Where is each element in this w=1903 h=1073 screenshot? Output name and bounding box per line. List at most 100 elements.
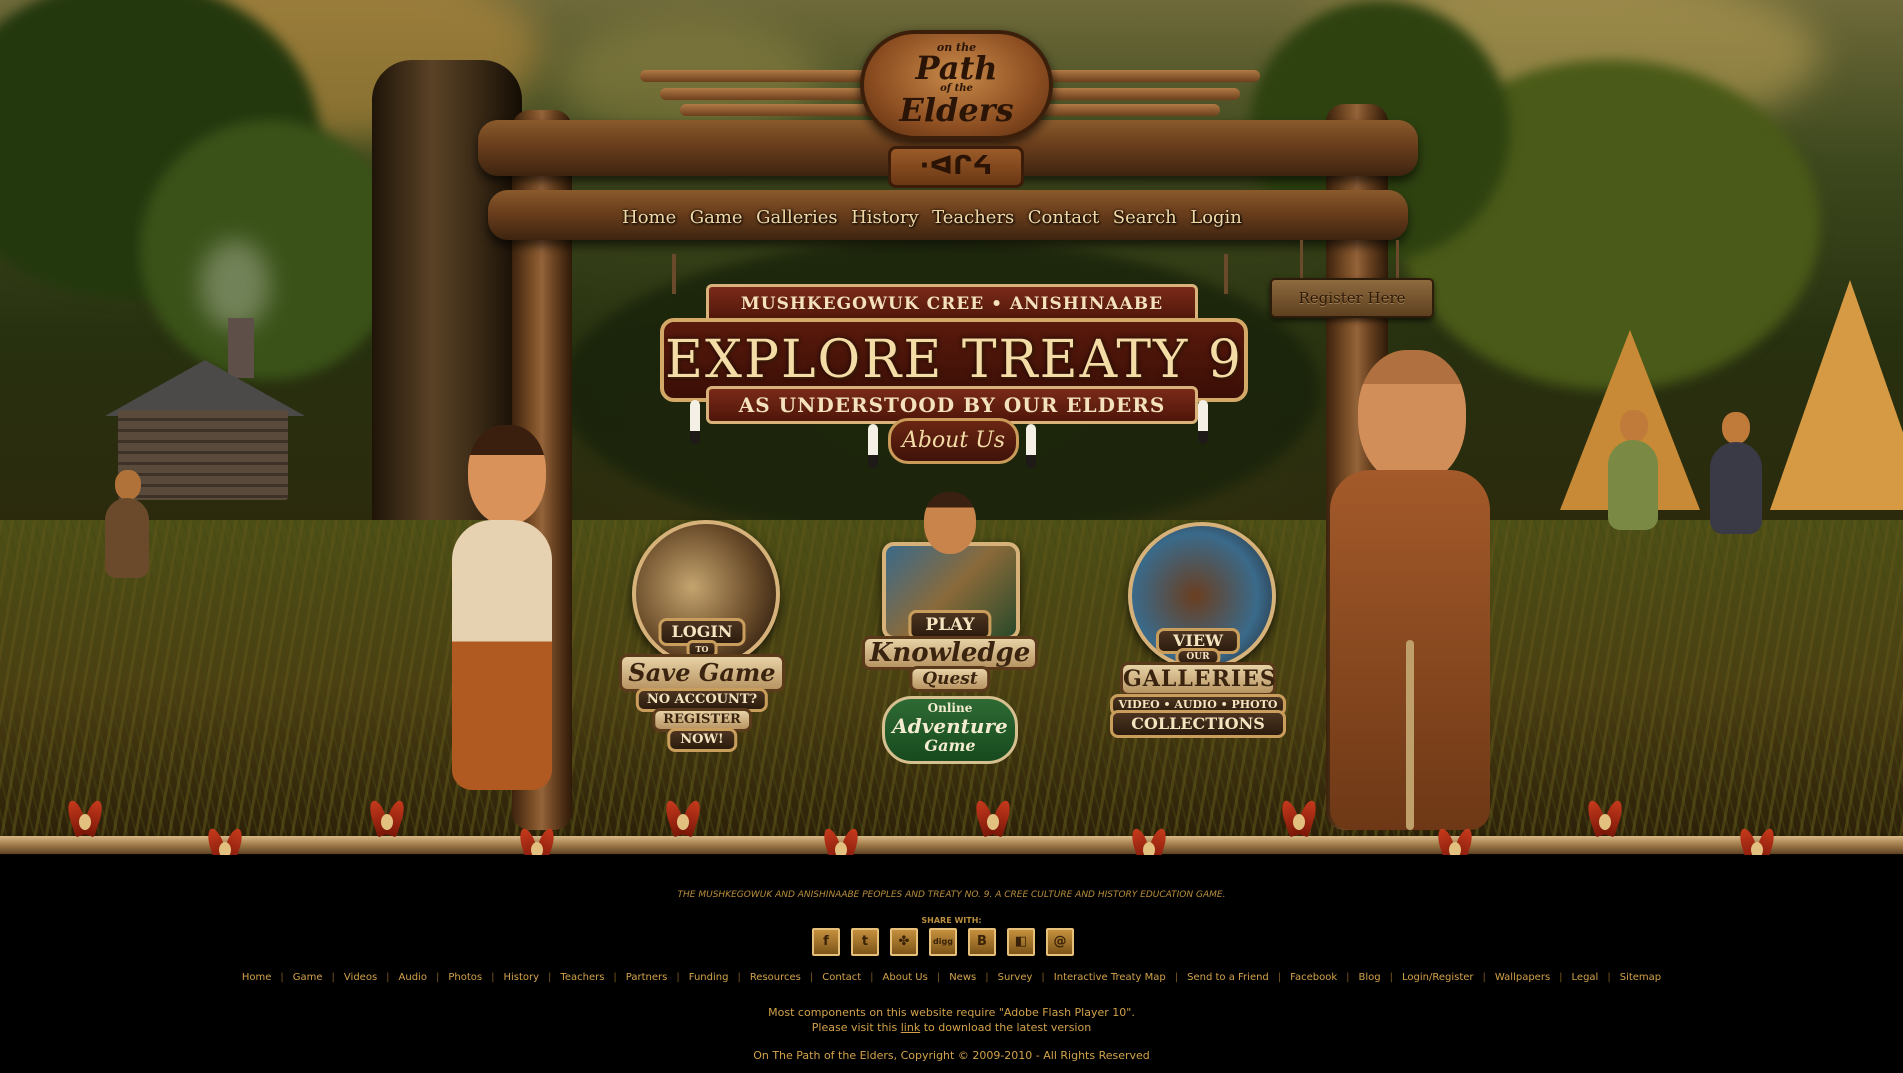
footer-link-sitemap[interactable]: Sitemap	[1611, 972, 1670, 983]
nav-search[interactable]: Search	[1113, 207, 1177, 228]
digg-icon[interactable]: digg	[929, 928, 957, 956]
footer-link-news[interactable]: News	[940, 972, 985, 983]
nav-contact[interactable]: Contact	[1028, 207, 1099, 228]
footer-link-legal[interactable]: Legal	[1563, 972, 1608, 983]
boy-character	[468, 425, 546, 525]
footer-link-login-register[interactable]: Login/Register	[1393, 972, 1483, 983]
bird-icon	[64, 798, 106, 840]
flash-download-link[interactable]: link	[901, 1021, 920, 1034]
sign-rope	[1300, 240, 1303, 280]
bird-icon	[516, 826, 558, 855]
footer-link-photos[interactable]: Photos	[439, 972, 491, 983]
footer-link-history[interactable]: History	[494, 972, 548, 983]
facebook-icon[interactable]: f	[812, 928, 840, 956]
footer-link-send-to-friend[interactable]: Send to a Friend	[1178, 972, 1278, 983]
knowledge-label: Knowledge	[862, 636, 1038, 670]
footer-link-resources[interactable]: Resources	[741, 972, 810, 983]
footer-links: Home | Game | Videos | Audio | Photos | Histo…	[0, 972, 1903, 983]
now-label: NOW!	[667, 728, 737, 752]
register-here-button[interactable]: Register Here	[1270, 278, 1434, 318]
collections-label: COLLECTIONS	[1110, 710, 1286, 738]
player-avatar-icon	[924, 492, 976, 554]
nav-teachers[interactable]: Teachers	[932, 207, 1014, 228]
footer-link-survey[interactable]: Survey	[989, 972, 1042, 983]
main-nav: Home Game Galleries History Teachers Con…	[622, 204, 1242, 230]
login-save-game-medallion[interactable]: LOGIN TO Save Game NO ACCOUNT? REGISTER …	[612, 520, 792, 752]
footer-link-game[interactable]: Game	[284, 972, 332, 983]
villager-figure	[1608, 440, 1658, 530]
blogger-icon[interactable]: B	[968, 928, 996, 956]
villager-figure	[1620, 410, 1648, 442]
feather-icon	[868, 424, 878, 468]
logo-text: Elders	[899, 91, 1014, 129]
bird-icon	[204, 826, 246, 855]
footer: THE MUSHKEGOWUK AND ANISHINAABE PEOPLES …	[0, 855, 1903, 1073]
quest-label: Quest	[909, 666, 991, 692]
footer-link-about-us[interactable]: About Us	[874, 972, 937, 983]
bird-icon	[820, 826, 862, 855]
bird-icon	[1128, 826, 1170, 855]
nav-galleries[interactable]: Galleries	[756, 207, 838, 228]
view-galleries-medallion[interactable]: VIEW OUR GALLERIES VIDEO • AUDIO • PHOTO…	[1108, 522, 1288, 747]
myspace-icon[interactable]: ✤	[890, 928, 918, 956]
nav-history[interactable]: History	[851, 207, 919, 228]
elder-character	[1358, 350, 1466, 485]
twitter-icon[interactable]: t	[851, 928, 879, 956]
footer-link-funding[interactable]: Funding	[680, 972, 738, 983]
share-icons: f t ✤ digg B ◧ @	[812, 928, 1092, 958]
about-us-button[interactable]: About Us	[888, 418, 1019, 464]
villager-figure	[1722, 412, 1750, 444]
site-logo[interactable]: on the Path of the Elders	[860, 30, 1053, 140]
nav-game[interactable]: Game	[690, 207, 743, 228]
nav-home[interactable]: Home	[622, 207, 676, 228]
galleries-label: GALLERIES	[1120, 662, 1276, 696]
villager-figure	[1710, 442, 1762, 534]
play-knowledge-quest-medallion[interactable]: PLAY Knowledge Quest Online Adventure Ga…	[850, 492, 1050, 772]
footer-link-contact[interactable]: Contact	[813, 972, 870, 983]
online-label: Online	[927, 701, 973, 715]
online-adventure-game-badge: Online Adventure Game	[882, 696, 1018, 764]
cabin	[118, 410, 288, 500]
cabin-roof	[105, 360, 305, 416]
banner-rope	[672, 254, 676, 294]
tipi	[1770, 280, 1903, 510]
footer-link-blog[interactable]: Blog	[1350, 972, 1390, 983]
footer-link-teachers[interactable]: Teachers	[551, 972, 613, 983]
banner-rope	[1224, 254, 1228, 294]
bird-icon	[1434, 826, 1476, 855]
bird-icon	[1736, 826, 1778, 855]
walking-stick	[1406, 640, 1414, 830]
nav-login[interactable]: Login	[1190, 207, 1242, 228]
bird-icon	[662, 798, 704, 840]
bird-icon	[1584, 798, 1626, 840]
footer-link-partners[interactable]: Partners	[617, 972, 677, 983]
logo-text: Path	[915, 49, 998, 87]
flash-requirement-note: Most components on this website require …	[0, 1005, 1903, 1035]
feather-icon	[1198, 400, 1208, 444]
villager-figure	[105, 498, 149, 578]
boy-character	[452, 520, 552, 790]
delicious-icon[interactable]: ◧	[1007, 928, 1035, 956]
bird-icon	[972, 798, 1014, 840]
flash-line-2: Please visit this link to download the l…	[0, 1020, 1903, 1035]
share-with-label: SHARE WITH:	[921, 916, 982, 925]
footer-link-wallpapers[interactable]: Wallpapers	[1486, 972, 1559, 983]
feather-icon	[690, 400, 700, 444]
hero-scene: on the Path of the Elders ·ᐊᒋᔦ Home Game…	[0, 0, 1903, 855]
flash-text: to download the latest version	[920, 1021, 1092, 1034]
cree-syllabics-plaque: ·ᐊᒋᔦ	[888, 146, 1024, 188]
tree-foliage	[140, 120, 400, 380]
email-icon[interactable]: @	[1046, 928, 1074, 956]
bird-icon	[1278, 798, 1320, 840]
footer-link-videos[interactable]: Videos	[335, 972, 386, 983]
villager-figure	[115, 470, 141, 500]
footer-link-home[interactable]: Home	[233, 972, 281, 983]
footer-link-audio[interactable]: Audio	[390, 972, 436, 983]
footer-link-treaty-map[interactable]: Interactive Treaty Map	[1045, 972, 1175, 983]
feather-icon	[1026, 424, 1036, 468]
sign-rope	[1396, 240, 1399, 280]
flash-line-1: Most components on this website require …	[768, 1006, 1135, 1019]
footer-link-facebook[interactable]: Facebook	[1281, 972, 1346, 983]
footer-tagline: THE MUSHKEGOWUK AND ANISHINAABE PEOPLES …	[677, 890, 1226, 900]
game-label: Game	[924, 736, 976, 755]
